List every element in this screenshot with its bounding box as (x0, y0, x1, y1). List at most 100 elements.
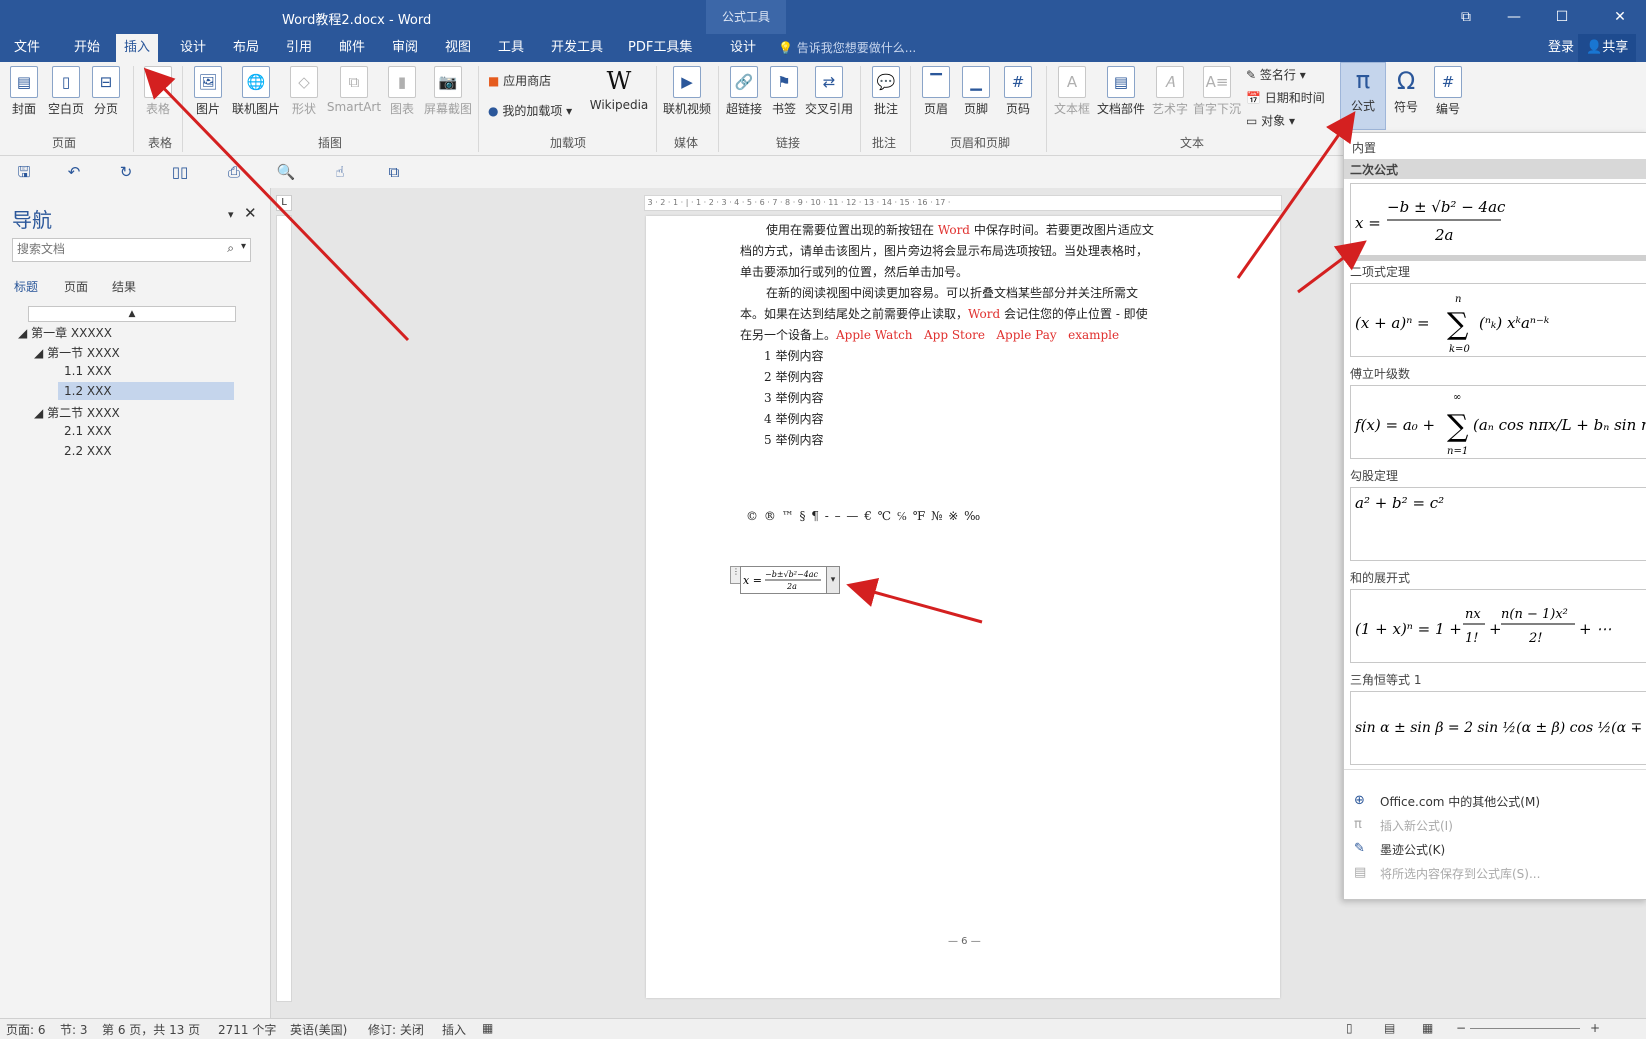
gallery-item-quadratic[interactable]: x = −b ± √b² − 4ac 2a (1350, 183, 1646, 257)
status-section[interactable]: 节: 3 (60, 1021, 88, 1038)
customize-icon[interactable]: ⧉ (384, 162, 404, 182)
nav-search-input[interactable] (13, 239, 221, 259)
zoom-in-icon[interactable]: + (1590, 1021, 1600, 1035)
store-button[interactable]: ■ 应用商店 (488, 72, 551, 89)
sign-in-link[interactable]: 登录 (1540, 34, 1582, 62)
online-video-button[interactable]: ▶ 联机视频 (662, 64, 712, 117)
tab-insert[interactable]: 插入 (116, 34, 159, 62)
date-time-button[interactable]: 📅 日期和时间 (1246, 89, 1325, 106)
maximize-button[interactable]: ☐ (1542, 0, 1582, 34)
tab-pdf-tools[interactable]: PDF工具集 (620, 34, 700, 62)
undo-icon[interactable]: ↶ (64, 162, 84, 182)
ribbon-display-options-icon[interactable]: ⧉ (1446, 0, 1486, 34)
tab-design[interactable]: 设计 (172, 34, 214, 62)
web-layout-icon[interactable]: ▦ (1422, 1021, 1433, 1035)
side-by-side-icon[interactable]: ▯▯ (170, 162, 190, 182)
object-button[interactable]: ▭ 对象 ▾ (1246, 112, 1295, 129)
nav-tab-results[interactable]: 结果 (112, 278, 136, 295)
chart-button[interactable]: ▮ 图表 (386, 64, 418, 117)
tab-file[interactable]: 文件 (6, 34, 48, 62)
cover-page-button[interactable]: ▤ 封面 (8, 64, 40, 117)
tab-tools[interactable]: 工具 (490, 34, 532, 62)
search-icon[interactable]: ⌕ (227, 241, 234, 256)
touch-mode-icon[interactable]: ☝ (330, 162, 350, 182)
inline-equation[interactable]: x = −b±√b²−4ac 2a (740, 566, 840, 594)
drop-cap-button[interactable]: A≡ 首字下沉 (1192, 64, 1242, 117)
status-page-count[interactable]: 第 6 页，共 13 页 (102, 1021, 200, 1038)
print-preview-icon[interactable]: 🔍 (276, 162, 296, 182)
status-track-changes[interactable]: 修订: 关闭 (368, 1021, 424, 1038)
gallery-item-sum-expansion[interactable]: (1 + x)ⁿ = 1 + nx 1! + n(n − 1)x² 2! + ⋯ (1350, 589, 1646, 663)
more-equations-office-com[interactable]: Office.com 中的其他公式(M) (1380, 793, 1540, 810)
quick-parts-button[interactable]: ▤ 文档部件 (1096, 64, 1146, 117)
horizontal-ruler[interactable]: 3 · 2 · 1 · | · 1 · 2 · 3 · 4 · 5 · 6 · … (644, 195, 1282, 211)
my-addins-button[interactable]: ● 我的加载项 ▾ (488, 102, 572, 119)
status-insert-mode[interactable]: 插入 (442, 1021, 466, 1038)
print-layout-icon[interactable]: ▤ (1384, 1021, 1395, 1035)
bookmark-button[interactable]: ⚑ 书签 (768, 64, 800, 117)
screenshot-button[interactable]: 📷 屏幕截图 (422, 64, 474, 117)
expand-icon[interactable]: ◢ (34, 346, 43, 360)
chevron-down-icon[interactable]: ▾ (241, 241, 246, 252)
expand-icon[interactable]: ◢ (18, 326, 27, 340)
read-mode-icon[interactable]: ▯ (1346, 1021, 1353, 1035)
tree-item[interactable]: ◢ 第二节 XXXX (34, 404, 120, 421)
gallery-item-pythagorean[interactable]: a² + b² = c² (1350, 487, 1646, 561)
picture-button[interactable]: 🖼 图片 (192, 64, 224, 117)
tree-item[interactable]: 2.2 XXX (64, 444, 112, 458)
tree-item[interactable]: 2.1 XXX (64, 424, 112, 438)
header-button[interactable]: ▔ 页眉 (920, 64, 952, 117)
symbol-button[interactable]: Ω 符号 (1388, 64, 1424, 115)
gallery-item-fourier[interactable]: f(x) = a₀ + ∑ n=1 ∞ (aₙ cos nπx/L + bₙ s… (1350, 385, 1646, 459)
scroll-up-button[interactable]: ▲ (28, 306, 236, 322)
minimize-button[interactable]: — (1494, 0, 1534, 34)
footer-button[interactable]: ▁ 页脚 (960, 64, 992, 117)
equation-button[interactable]: π 公式 (1340, 62, 1386, 130)
status-language[interactable]: 英语(美国) (290, 1021, 347, 1038)
tab-developer[interactable]: 开发工具 (543, 34, 611, 62)
vertical-ruler[interactable] (276, 215, 292, 1002)
cross-reference-button[interactable]: ⇄ 交叉引用 (804, 64, 854, 117)
gallery-item-trig-identity[interactable]: sin α ± sin β = 2 sin ½(α ± β) cos ½(α ∓… (1350, 691, 1646, 765)
tab-review[interactable]: 审阅 (384, 34, 426, 62)
status-page[interactable]: 页面: 6 (6, 1021, 46, 1038)
redo-icon[interactable]: ↻ (116, 162, 136, 182)
blank-page-button[interactable]: ▯ 空白页 (46, 64, 86, 117)
nav-tab-headings[interactable]: 标题 (14, 278, 38, 295)
status-word-count[interactable]: 2711 个字 (218, 1021, 276, 1038)
shapes-button[interactable]: ◇ 形状 (288, 64, 320, 117)
tab-references[interactable]: 引用 (278, 34, 320, 62)
tree-item-selected[interactable]: 1.2 XXX (58, 382, 234, 400)
macro-record-icon[interactable]: ▦ (482, 1021, 493, 1035)
print-icon[interactable]: ⎙ (224, 162, 244, 182)
wikipedia-button[interactable]: W Wikipedia (588, 64, 650, 112)
zoom-slider[interactable] (1470, 1028, 1580, 1029)
comment-button[interactable]: 💬 批注 (870, 64, 902, 117)
tab-home[interactable]: 开始 (66, 34, 108, 62)
close-button[interactable]: ✕ (1600, 0, 1640, 34)
zoom-out-icon[interactable]: − (1456, 1021, 1466, 1035)
online-picture-button[interactable]: 🌐 联机图片 (230, 64, 282, 117)
gallery-item-binomial[interactable]: (x + a)ⁿ = ∑ k=0 n (ⁿₖ) xᵏaⁿ⁻ᵏ (1350, 283, 1646, 357)
equation-options-dropdown[interactable]: ▾ (826, 566, 840, 594)
save-icon[interactable]: 🖫 (14, 162, 34, 182)
page-break-button[interactable]: ⊟ 分页 (90, 64, 122, 117)
ink-equation[interactable]: 墨迹公式(K) (1380, 841, 1445, 858)
nav-close-icon[interactable]: ✕ (244, 204, 257, 222)
tab-equation-design[interactable]: 设计 (722, 34, 764, 62)
table-button[interactable]: ▦ 表格 (142, 64, 174, 117)
nav-tab-pages[interactable]: 页面 (64, 278, 88, 295)
tell-me-box[interactable]: 💡 告诉我您想要做什么... (778, 34, 916, 62)
share-button[interactable]: 👤共享 (1578, 34, 1637, 62)
smartart-button[interactable]: ⧉ SmartArt (326, 64, 382, 114)
number-button[interactable]: # 编号 (1430, 64, 1466, 117)
tree-item[interactable]: ◢ 第一节 XXXX (34, 344, 120, 361)
hyperlink-button[interactable]: 🔗 超链接 (724, 64, 764, 117)
textbox-button[interactable]: A 文本框 (1052, 64, 1092, 117)
tab-layout[interactable]: 布局 (225, 34, 267, 62)
tree-item[interactable]: 1.1 XXX (64, 364, 112, 378)
tab-selector[interactable]: L (276, 195, 292, 211)
tab-view[interactable]: 视图 (437, 34, 479, 62)
wordart-button[interactable]: 𝐴 艺术字 (1150, 64, 1190, 117)
signature-line-button[interactable]: ✎ 签名行 ▾ (1246, 66, 1306, 83)
